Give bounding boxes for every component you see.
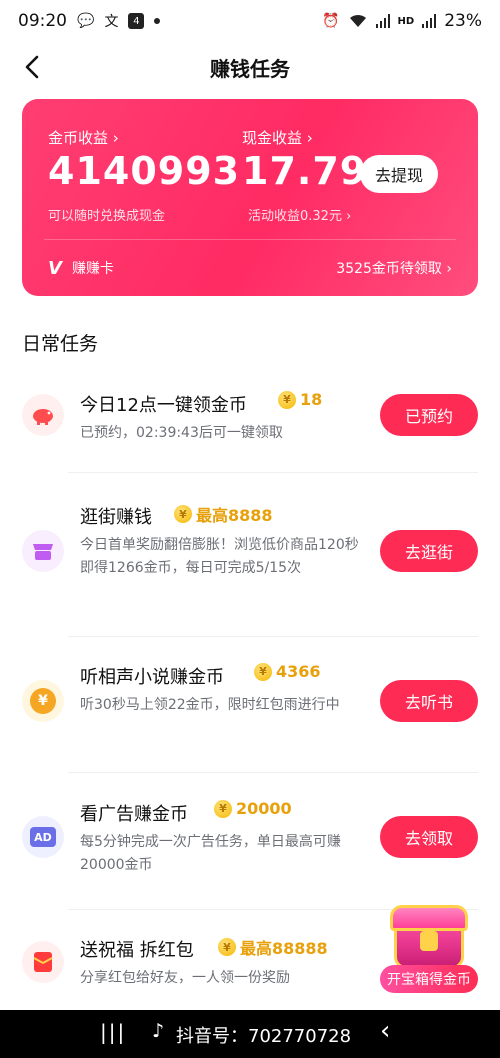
section-title: 日常任务 (22, 333, 99, 355)
go-shopping-button[interactable]: 去逛街 (380, 530, 478, 572)
task-desc: 每5分钟完成一次广告任务，单日最高可赚20000金币 (80, 834, 341, 873)
coin-earnings-sub: 可以随时兑换成现金 (48, 209, 166, 224)
card-divider (44, 239, 456, 240)
task-name: 听相声小说赚金币 (80, 667, 224, 688)
task-reward: ¥ 最高88888 (218, 935, 328, 959)
card-footer: V 赚赚卡 3525金币待领取 › (48, 254, 452, 282)
coin-earnings-label: 金币收益 (48, 129, 109, 147)
back-button[interactable] (18, 52, 48, 82)
ad-icon: AD (22, 816, 64, 858)
piggy-bank-icon (22, 394, 64, 436)
text-icon: 文 (104, 14, 119, 30)
battery-level: 23% (444, 11, 482, 31)
task-desc: 听30秒马上领22金币，限时红包雨进行中 (80, 697, 340, 713)
task-name: 看广告赚金币 (80, 804, 188, 825)
activity-earnings-text: 活动收益0.32元 (248, 209, 342, 224)
chevron-right-icon: › (112, 129, 119, 147)
task-desc: 已预约，02:39:43后可一键领取 (80, 425, 283, 441)
coin-icon: ¥ (214, 799, 232, 818)
task-desc: 今日首单奖励翻倍膨胀！浏览低价商品120秒即得1266金币，每日可完成5/15次 (80, 537, 359, 576)
douyin-id-text: 抖音号：702770728 (176, 1026, 352, 1047)
wifi-icon (348, 13, 368, 29)
yuan-coin-icon: ¥ (22, 680, 64, 722)
coin-icon: ¥ (218, 938, 236, 956)
divider (68, 472, 478, 473)
back-nav-icon[interactable]: ‹ (380, 1016, 390, 1046)
red-envelope-icon (22, 941, 64, 983)
go-claim-button[interactable]: 去领取 (380, 816, 478, 858)
status-time: 09:20 (18, 11, 67, 31)
chevron-right-icon: › (446, 261, 452, 277)
signal-icon (375, 14, 390, 28)
hd-icon: HD (397, 15, 415, 27)
divider (68, 636, 478, 637)
lock-icon (420, 931, 438, 951)
task-reward: ¥ 最高8888 (174, 502, 273, 526)
treasure-chest-button[interactable]: 开宝箱得金币 (380, 905, 478, 995)
task-name: 送祝福 拆红包 (80, 940, 194, 961)
earn-card-label[interactable]: 赚赚卡 (72, 258, 114, 278)
chevron-right-icon: › (346, 209, 352, 224)
task-name: 今日12点一键领金币 (80, 395, 247, 416)
go-listen-button[interactable]: 去听书 (380, 680, 478, 722)
task-name: 逛街赚钱 (80, 507, 152, 528)
page-title: 赚钱任务 (210, 56, 290, 81)
cash-earnings-label: 现金收益 (242, 129, 303, 147)
cash-earnings-value: 17.79 (242, 149, 368, 193)
task-reward-value: 18 (300, 390, 323, 409)
yuan-symbol: ¥ (30, 688, 56, 714)
task-reward-value: 最高88888 (240, 939, 328, 958)
system-nav-bar: ||| ♪ 抖音号：702770728 ‹ (0, 1010, 500, 1058)
divider (68, 772, 478, 773)
header: 赚钱任务 (0, 42, 500, 92)
task-reward: ¥18 (278, 390, 322, 409)
task-reward: ¥4366 (254, 662, 321, 681)
message-icon: 💬 (77, 13, 95, 29)
task-reward-value: 最高8888 (196, 506, 273, 525)
task-reward-value: 20000 (236, 799, 292, 818)
dot-icon (154, 18, 161, 24)
app-icon: 4 (128, 13, 145, 29)
pending-coins-text: 3525金币待领取 (336, 261, 442, 277)
store-icon (22, 530, 64, 572)
cash-earnings-link[interactable]: 现金收益 › (242, 127, 313, 148)
task-desc: 分享红包给好友，一人领一份奖励 (80, 970, 290, 986)
coin-icon: ¥ (278, 390, 296, 409)
coin-icon: ¥ (174, 505, 192, 523)
activity-earnings-link[interactable]: 活动收益0.32元 › (248, 205, 351, 224)
recent-apps-icon[interactable]: ||| (100, 1020, 126, 1044)
withdraw-button[interactable]: 去提现 (360, 155, 438, 193)
signal-5g-icon (422, 14, 437, 28)
chevron-right-icon: › (306, 129, 313, 147)
status-bar: 09:20 💬 文 4 ⏰ HD 23% (0, 0, 500, 42)
chevron-left-icon (25, 55, 39, 79)
reserved-button[interactable]: 已预约 (380, 394, 478, 436)
coin-icon: ¥ (254, 662, 272, 681)
earnings-card: 金币收益 › 4140993 可以随时兑换成现金 现金收益 › 17.79 活动… (22, 99, 478, 296)
task-reward: ¥20000 (214, 799, 292, 818)
v-card-icon: V (48, 257, 62, 279)
coin-earnings-link[interactable]: 金币收益 › (48, 127, 119, 148)
coin-earnings-value: 4140993 (48, 149, 241, 193)
ad-badge: AD (30, 827, 56, 847)
alarm-icon: ⏰ (322, 13, 340, 29)
pending-coins-link[interactable]: 3525金币待领取 › (336, 258, 452, 278)
task-reward-value: 4366 (276, 662, 321, 681)
chest-lid (390, 905, 468, 931)
tiktok-logo-icon: ♪ (152, 1020, 165, 1042)
chest-label: 开宝箱得金币 (380, 965, 478, 993)
